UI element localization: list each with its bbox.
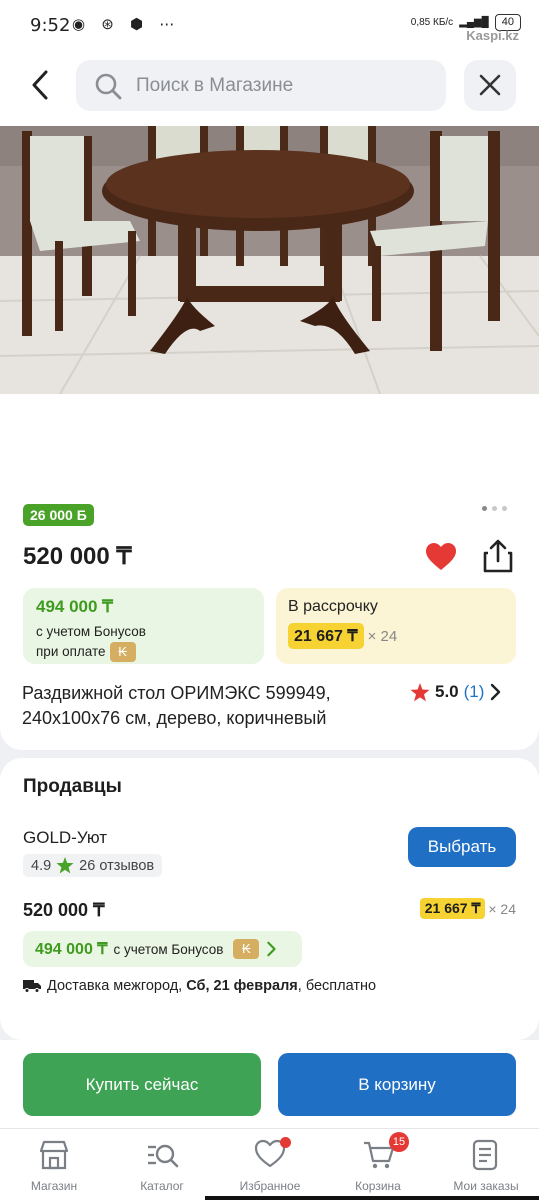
delivery-suffix: , бесплатно xyxy=(297,978,377,994)
seller-rating-value: 4.9 xyxy=(31,857,52,874)
bonus-price-box[interactable]: 494 000 ₸ с учетом Бонусов при оплате ₭ xyxy=(23,588,264,664)
seller-price: 520 000 ₸ xyxy=(23,900,105,920)
seller-bonus-note: с учетом Бонусов xyxy=(113,941,224,957)
close-button[interactable] xyxy=(464,60,516,111)
seller-bonus-price: 494 000 ₸ xyxy=(35,941,108,958)
search-bar[interactable] xyxy=(76,60,446,111)
seller-bonus-box[interactable]: 494 000 ₸ с учетом Бонусов ₭ xyxy=(23,931,302,967)
cart-badge: 15 xyxy=(389,1132,409,1152)
bottom-tab-bar: Магазин Каталог Избранное 15 Корзина Мои… xyxy=(0,1128,539,1200)
choose-seller-button[interactable]: Выбрать xyxy=(408,827,516,867)
installment-box[interactable]: В рассрочку 21 667 ₸ × 24 xyxy=(276,588,516,664)
buy-now-button[interactable]: Купить сейчас xyxy=(23,1053,261,1116)
reviews-count: (1) xyxy=(463,682,485,701)
network-speed: 0,85 КБ/с xyxy=(410,17,454,28)
tab-orders[interactable]: Мои заказы xyxy=(432,1129,539,1200)
product-price: 520 000 ₸ xyxy=(23,543,132,570)
sellers-card: Продавцы GOLD-Уют 4.9 26 отзывов Выбрать… xyxy=(0,758,539,1040)
sellers-title: Продавцы xyxy=(23,776,122,797)
favorites-dot xyxy=(280,1137,291,1148)
chevron-right-icon xyxy=(491,683,501,701)
star-icon xyxy=(56,857,74,874)
seller-reviews: 26 отзывов xyxy=(79,857,155,874)
rating-value: 5.0 xyxy=(435,682,459,701)
tab-catalog[interactable]: Каталог xyxy=(108,1129,216,1200)
product-card: 26 000 Б 520 000 ₸ 494 000 ₸ с учетом Бо… xyxy=(0,394,539,750)
action-bar: Купить сейчас В корзину xyxy=(0,1040,539,1128)
search-input[interactable] xyxy=(136,60,436,111)
notification-icons: ◉ ⊛ ⬢ ⋯ xyxy=(72,16,181,33)
installment-title: В рассрочку xyxy=(288,598,378,615)
share-icon xyxy=(483,539,513,573)
store-icon xyxy=(39,1140,69,1170)
installment-term: × 24 xyxy=(367,628,398,645)
top-bar xyxy=(0,52,539,126)
tab-label: Избранное xyxy=(239,1179,301,1193)
bonus-badge: 26 000 Б xyxy=(23,504,94,526)
favorite-button[interactable] xyxy=(425,542,457,577)
tab-label: Каталог xyxy=(140,1179,184,1193)
seller-installment-amount: 21 667 ₸ xyxy=(419,898,486,919)
kaspi-pay-icon: ₭ xyxy=(233,939,260,959)
tab-label: Магазин xyxy=(30,1179,78,1193)
delivery-prefix: Доставка межгород, xyxy=(47,978,187,994)
tab-label: Мои заказы xyxy=(453,1179,519,1193)
product-photo[interactable] xyxy=(0,126,539,394)
product-name: Раздвижной стол ОРИМЭКС 599949, 240х100х… xyxy=(22,683,331,728)
tab-favorites[interactable]: Избранное xyxy=(216,1129,324,1200)
chevron-left-icon xyxy=(32,70,48,100)
kaspi-watermark: Kaspi.kz xyxy=(466,28,519,43)
seller-name[interactable]: GOLD-Уют xyxy=(23,828,107,848)
close-icon xyxy=(479,74,501,96)
tab-cart[interactable]: 15 Корзина xyxy=(324,1129,432,1200)
heart-icon xyxy=(426,543,456,570)
tab-store[interactable]: Магазин xyxy=(0,1129,108,1200)
chevron-right-icon xyxy=(267,941,277,957)
star-icon xyxy=(410,682,430,701)
signal-icon: ▂▄▆█ xyxy=(459,17,489,28)
status-bar: 9:52 ◉ ⊛ ⬢ ⋯ 0,85 КБ/с ▂▄▆█ 40 Kaspi.kz xyxy=(0,0,539,52)
tab-label: Корзина xyxy=(355,1179,401,1193)
image-pager-dots xyxy=(482,506,507,511)
seller-installment: 21 667 ₸ × 24 xyxy=(419,898,516,919)
delivery-info: Доставка межгород, Сб, 21 февраля, беспл… xyxy=(23,978,376,994)
bonus-price: 494 000 ₸ xyxy=(36,597,113,616)
kaspi-pay-icon: ₭ xyxy=(109,642,136,663)
bonus-note: с учетом Бонусов при оплате ₭ xyxy=(36,622,251,663)
rating-link[interactable]: 5.0 (1) xyxy=(410,682,501,702)
product-image xyxy=(0,126,539,394)
back-button[interactable] xyxy=(26,68,56,102)
installment-amount: 21 667 ₸ xyxy=(288,623,364,649)
seller-installment-term: × 24 xyxy=(488,900,516,917)
add-to-cart-button[interactable]: В корзину xyxy=(278,1053,516,1116)
search-icon xyxy=(95,73,122,100)
seller-rating[interactable]: 4.9 26 отзывов xyxy=(23,854,163,877)
catalog-search-icon xyxy=(148,1144,179,1168)
truck-icon xyxy=(23,980,41,993)
delivery-date: Сб, 21 февраля xyxy=(186,978,298,994)
home-indicator xyxy=(205,1196,539,1200)
orders-icon xyxy=(472,1139,498,1171)
share-button[interactable] xyxy=(482,539,514,578)
status-time: 9:52 xyxy=(30,15,71,36)
